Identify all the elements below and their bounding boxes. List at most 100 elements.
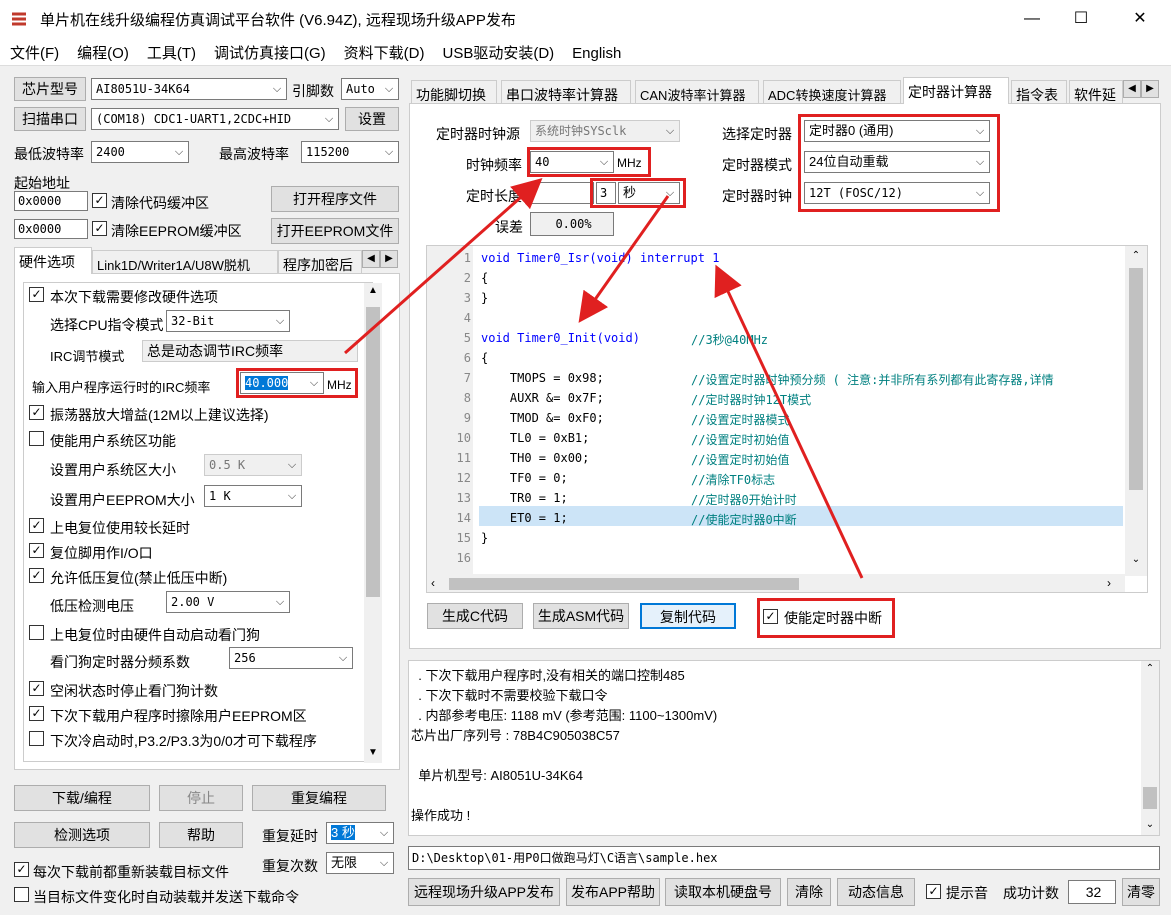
clear-code-checkbox[interactable]: ✓ (92, 193, 107, 208)
generate-asm-button[interactable]: 生成ASM代码 (533, 603, 629, 629)
chevron-down-icon: ⌵ (379, 856, 389, 869)
beep-checkbox[interactable]: ✓ (926, 884, 941, 899)
clear-eeprom-checkbox[interactable]: ✓ (92, 221, 107, 236)
pin-count-select[interactable]: Auto ⌵ (341, 78, 399, 100)
tab-offline-writer[interactable]: Link1D/Writer1A/U8W脱机 (92, 250, 278, 274)
open-program-file-button[interactable]: 打开程序文件 (271, 186, 399, 212)
low-voltage-reset-checkbox[interactable]: ✓ (29, 568, 44, 583)
low-voltage-reset-label: 允许低压复位(禁止低压中断) (50, 570, 228, 586)
wdt-div-select[interactable]: 256 ⌵ (229, 647, 353, 669)
detect-options-button[interactable]: 检测选项 (14, 822, 150, 848)
timer-mode-label: 定时器模式 (722, 157, 792, 173)
tab-pin-switch[interactable]: 功能脚切换 (411, 80, 497, 104)
tab-adc-speed-calc[interactable]: ADC转换速度计算器 (763, 80, 901, 104)
reset-count-button[interactable]: 清零 (1122, 878, 1160, 906)
port-select[interactable]: (COM18) CDC1-UART1,2CDC+HID ⌵ (91, 108, 339, 130)
help-button[interactable]: 帮助 (159, 822, 243, 848)
timer-clock-select[interactable]: 12T (FOSC/12) ⌵ (804, 182, 990, 204)
minimize-button[interactable]: — (1009, 0, 1055, 38)
timer-unit-select[interactable]: 秒 ⌵ (618, 182, 680, 204)
cpu-mode-select[interactable]: 32-Bit ⌵ (166, 310, 290, 332)
scroll-thumb[interactable] (449, 578, 799, 590)
current-line-highlight (479, 506, 1123, 526)
menu-program[interactable]: 编程(O) (77, 38, 129, 63)
irc-mode-select[interactable]: 总是动态调节IRC频率 (142, 340, 358, 362)
system-size-select[interactable]: 0.5 K ⌵ (204, 454, 302, 476)
power-delay-checkbox[interactable]: ✓ (29, 518, 44, 533)
low-voltage-select[interactable]: 2.00 V ⌵ (166, 591, 290, 613)
user-system-checkbox[interactable] (29, 431, 44, 446)
tab-timer-calc[interactable]: 定时器计算器 (903, 77, 1009, 104)
file-path-field[interactable]: D:\Desktop\01-用P0口做跑马灯\C语言\sample.hex (408, 846, 1160, 870)
timer-length-label: 定时长度 (466, 188, 522, 204)
tab-scroll-left-button[interactable]: ◀ (362, 250, 380, 268)
tab-scroll-right-button[interactable]: ▶ (1141, 80, 1159, 98)
maximize-button[interactable]: ☐ (1058, 0, 1104, 38)
eeprom-size-select[interactable]: 1 K ⌵ (204, 485, 302, 507)
code-hscroll[interactable]: ‹ › (427, 574, 1125, 592)
scroll-thumb[interactable] (1143, 787, 1157, 809)
log-line: 单片机型号: AI8051U-34K64 (411, 768, 583, 783)
cold-boot-checkbox[interactable] (29, 731, 44, 746)
tab-software-delay[interactable]: 软件延 (1069, 80, 1123, 104)
reload-each-checkbox[interactable]: ✓ (14, 862, 29, 877)
clear-log-button[interactable]: 清除 (787, 878, 831, 906)
copy-code-button[interactable]: 复制代码 (640, 603, 736, 629)
tab-hardware-options[interactable]: 硬件选项 (14, 247, 92, 274)
tab-scroll-right-button[interactable]: ▶ (380, 250, 398, 268)
menu-debug[interactable]: 调试仿真接口(G) (214, 38, 326, 63)
publish-help-button[interactable]: 发布APP帮助 (566, 878, 660, 906)
clock-freq-select[interactable]: 40 ⌵ (530, 151, 614, 173)
menu-usb-driver[interactable]: USB驱动安装(D) (442, 38, 554, 63)
repeat-count-select[interactable]: 无限 ⌵ (326, 852, 394, 874)
line-number: 1 (463, 251, 471, 265)
tab-can-baud-calc[interactable]: CAN波特率计算器 (635, 80, 759, 104)
code-address-input[interactable]: 0x0000 (14, 191, 88, 211)
menu-file[interactable]: 文件(F) (10, 38, 59, 63)
irc-freq-select[interactable]: 40.000 ⌵ (240, 372, 324, 394)
eeprom-address-input[interactable]: 0x0000 (14, 219, 88, 239)
timer-length-input-blank[interactable] (530, 182, 594, 204)
tab-uart-baud-calc[interactable]: 串口波特率计算器 (501, 80, 631, 104)
modify-hw-checkbox[interactable]: ✓ (29, 287, 44, 302)
code-vscroll[interactable]: ⌃ ⌄ (1125, 246, 1147, 576)
tab-instruction-table[interactable]: 指令表 (1011, 80, 1067, 104)
scroll-thumb[interactable] (1129, 268, 1143, 490)
reset-io-checkbox[interactable]: ✓ (29, 543, 44, 558)
osc-gain-checkbox[interactable]: ✓ (29, 405, 44, 420)
menu-downloads[interactable]: 资料下载(D) (344, 38, 425, 63)
download-button[interactable]: 下载/编程 (14, 785, 150, 811)
options-scrollbar[interactable]: ▲ ▼ (364, 283, 382, 763)
repeat-delay-select[interactable]: 3 秒 ⌵ (326, 822, 394, 844)
scan-port-button[interactable]: 扫描串口 (14, 107, 86, 131)
auto-reload-checkbox[interactable] (14, 887, 29, 902)
repeat-program-button[interactable]: 重复编程 (252, 785, 386, 811)
generate-c-button[interactable]: 生成C代码 (427, 603, 523, 629)
code-editor[interactable]: 1 void Timer0_Isr(void) interrupt 1 2 {3} 4 5… (426, 245, 1148, 593)
menu-tools[interactable]: 工具(T) (147, 38, 196, 63)
timer-length-input[interactable]: 3 (596, 182, 616, 204)
chip-model-select[interactable]: AI8051U-34K64 ⌵ (91, 78, 287, 100)
min-baud-select[interactable]: 2400 ⌵ (91, 141, 189, 163)
enable-interrupt-checkbox[interactable]: ✓ (763, 609, 778, 624)
open-eeprom-file-button[interactable]: 打开EEPROM文件 (271, 218, 399, 244)
chip-model-button[interactable]: 芯片型号 (14, 77, 86, 101)
clock-source-select[interactable]: 系统时钟SYSclk ⌵ (530, 120, 680, 142)
erase-eeprom-checkbox[interactable]: ✓ (29, 706, 44, 721)
dynamic-info-button[interactable]: 动态信息 (837, 878, 915, 906)
timer-mode-select[interactable]: 24位自动重载 ⌵ (804, 151, 990, 173)
tab-scroll-left-button[interactable]: ◀ (1123, 80, 1141, 98)
stop-button[interactable]: 停止 (159, 785, 243, 811)
port-settings-button[interactable]: 设置 (345, 107, 399, 131)
wdt-auto-checkbox[interactable] (29, 625, 44, 640)
max-baud-select[interactable]: 115200 ⌵ (301, 141, 399, 163)
tab-encryption[interactable]: 程序加密后 (278, 250, 362, 274)
remote-upgrade-button[interactable]: 远程现场升级APP发布 (408, 878, 560, 906)
select-timer-select[interactable]: 定时器0 (通用) ⌵ (804, 120, 990, 142)
read-disk-button[interactable]: 读取本机硬盘号 (665, 878, 781, 906)
close-button[interactable]: ✕ (1117, 0, 1163, 38)
scroll-thumb[interactable] (366, 307, 380, 597)
menu-english[interactable]: English (572, 41, 621, 62)
log-vscroll[interactable]: ⌃ ⌄ (1141, 661, 1159, 835)
idle-wdt-checkbox[interactable]: ✓ (29, 681, 44, 696)
